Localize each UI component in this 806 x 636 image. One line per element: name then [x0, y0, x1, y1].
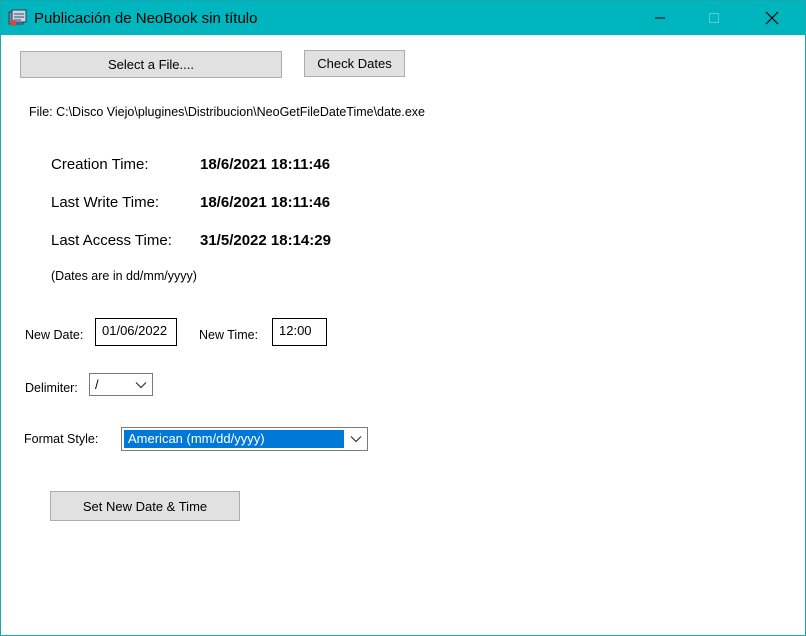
last-write-time-value: 18/6/2021 18:11:46 [200, 194, 331, 211]
minimize-icon [655, 17, 665, 19]
new-time-field[interactable]: 12:00 [272, 318, 327, 346]
select-file-button[interactable]: Select a File.... [20, 51, 282, 78]
new-date-field[interactable]: 01/06/2022 [95, 318, 177, 346]
creation-time-value: 18/6/2021 18:11:46 [200, 156, 331, 173]
delimiter-select-value: / [95, 377, 99, 392]
set-new-date-time-button[interactable]: Set New Date & Time [50, 491, 240, 521]
maximize-button[interactable] [691, 1, 737, 35]
date-format-note: (Dates are in dd/mm/yyyy) [51, 269, 197, 283]
app-window: Publicación de NeoBook sin título Select… [0, 0, 806, 636]
creation-time-label: Creation Time: [51, 156, 149, 173]
format-style-select[interactable]: American (mm/dd/yyyy) [121, 427, 368, 451]
check-dates-button[interactable]: Check Dates [304, 50, 405, 77]
file-path-text: File: C:\Disco Viejo\plugines\Distribuci… [29, 105, 426, 119]
maximize-icon [709, 13, 719, 23]
format-style-select-value: American (mm/dd/yyyy) [124, 430, 344, 448]
title-bar[interactable]: Publicación de NeoBook sin título [1, 1, 805, 35]
delimiter-label: Delimiter: [25, 381, 78, 395]
neobook-app-icon[interactable] [8, 9, 28, 27]
minimize-button[interactable] [637, 1, 683, 35]
last-access-time-label: Last Access Time: [51, 232, 172, 249]
chevron-down-icon[interactable] [345, 428, 367, 450]
chevron-down-icon[interactable] [130, 374, 152, 395]
close-icon [765, 11, 779, 25]
close-button[interactable] [749, 1, 795, 35]
window-title: Publicación de NeoBook sin título [34, 10, 258, 27]
delimiter-select[interactable]: / [89, 373, 153, 396]
new-time-label: New Time: [199, 328, 259, 342]
last-access-time-value: 31/5/2022 18:14:29 [200, 232, 331, 249]
last-write-time-label: Last Write Time: [51, 194, 160, 211]
new-date-label: New Date: [25, 328, 84, 342]
format-style-label: Format Style: [24, 432, 99, 446]
